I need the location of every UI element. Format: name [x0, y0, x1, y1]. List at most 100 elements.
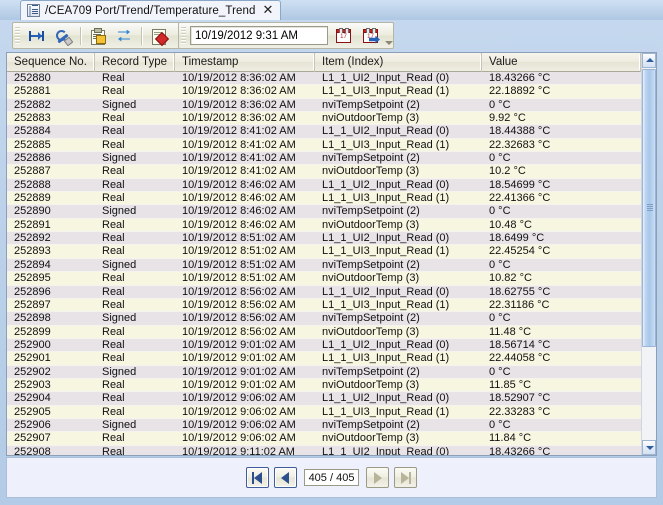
column-header-item[interactable]: Item (Index)	[315, 53, 482, 72]
configure-button[interactable]	[51, 24, 76, 48]
table-row[interactable]: 252888 Real 10/19/2012 8:46:02 AM L1_1_UI2_…	[7, 178, 641, 193]
cell-item: nviOutdoorTemp (3)	[322, 325, 420, 338]
table-row[interactable]: 252908 Real 10/19/2012 9:11:02 AM L1_1_UI2_…	[7, 445, 641, 455]
table-row[interactable]: 252889 Real 10/19/2012 8:46:02 AM L1_1_UI3_…	[7, 192, 641, 206]
cell-timestamp: 10/19/2012 9:01:02 AM	[182, 338, 296, 351]
table-row[interactable]: 252901 Real 10/19/2012 9:01:02 AM L1_1_UI3_…	[7, 352, 641, 366]
table-row[interactable]: 252893 Real 10/19/2012 8:51:02 AM L1_1_UI3_…	[7, 245, 641, 259]
table-row[interactable]: 252907 Real 10/19/2012 9:06:02 AM nviOutdoo…	[7, 432, 641, 446]
cell-value: 22.45254 °C	[489, 245, 551, 258]
column-header-record-type[interactable]: Record Type	[95, 53, 175, 72]
column-header-value[interactable]: Value	[482, 53, 641, 72]
date-input[interactable]: 10/19/2012 9:31 AM	[190, 26, 328, 45]
next-page-button[interactable]	[366, 467, 390, 488]
cell-record_type: Real	[102, 338, 125, 351]
first-page-button[interactable]	[245, 467, 269, 488]
cell-timestamp: 10/19/2012 8:36:02 AM	[182, 85, 296, 98]
tab-strip: /CEA709 Port/Trend/Temperature_Trend ✕	[0, 0, 663, 20]
cell-sequence: 252890	[14, 205, 51, 218]
table-row[interactable]: 252891 Real 10/19/2012 8:46:02 AM nviOutdoo…	[7, 218, 641, 233]
previous-page-button[interactable]	[273, 467, 297, 488]
table-row[interactable]: 252882 Signed 10/19/2012 8:36:02 AM nviTemp…	[7, 98, 641, 113]
grid-vertical-scrollbar[interactable]	[641, 53, 656, 455]
table-row[interactable]: 252900 Real 10/19/2012 9:01:02 AM L1_1_UI2_…	[7, 338, 641, 353]
table-row[interactable]: 252904 Real 10/19/2012 9:06:02 AM L1_1_UI2_…	[7, 392, 641, 406]
cell-value: 22.41366 °C	[489, 192, 551, 205]
cell-item: L1_1_UI3_Input_Read (1)	[322, 85, 450, 98]
table-row[interactable]: 252894 Signed 10/19/2012 8:51:02 AM nviTemp…	[7, 258, 641, 273]
scroll-down-icon[interactable]	[642, 440, 656, 455]
cell-sequence: 252896	[14, 285, 51, 298]
cell-timestamp: 10/19/2012 8:56:02 AM	[182, 298, 296, 311]
cell-timestamp: 10/19/2012 8:36:02 AM	[182, 112, 296, 125]
table-row[interactable]: 252905 Real 10/19/2012 9:06:02 AM L1_1_UI3_…	[7, 405, 641, 419]
cell-value: 9.92 °C	[489, 112, 526, 125]
cell-timestamp: 10/19/2012 8:51:02 AM	[182, 245, 296, 258]
cell-sequence: 252886	[14, 152, 51, 165]
table-row[interactable]: 252898 Signed 10/19/2012 8:56:02 AM nviTemp…	[7, 312, 641, 326]
grid-header-row: Sequence No. Record Type Timestamp Item …	[7, 53, 656, 72]
cell-timestamp: 10/19/2012 8:36:02 AM	[182, 72, 296, 84]
table-row[interactable]: 252884 Real 10/19/2012 8:41:02 AM L1_1_UI2_…	[7, 125, 641, 139]
cell-record_type: Signed	[102, 312, 137, 325]
cell-sequence: 252908	[14, 445, 51, 455]
cell-record_type: Real	[102, 298, 125, 311]
page-indicator[interactable]: 405 / 405	[303, 469, 360, 486]
column-header-timestamp[interactable]: Timestamp	[175, 53, 315, 72]
table-row[interactable]: 252902 Signed 10/19/2012 9:01:02 AM nviTemp…	[7, 365, 641, 379]
table-row[interactable]: 252895 Real 10/19/2012 8:51:02 AM nviOutdoo…	[7, 272, 641, 286]
cell-value: 11.48 °C	[489, 325, 532, 338]
table-row[interactable]: 252906 Signed 10/19/2012 9:06:02 AM nviTemp…	[7, 418, 641, 433]
cell-item: L1_1_UI3_Input_Read (1)	[322, 245, 450, 258]
clear-log-button[interactable]	[146, 24, 171, 48]
cell-timestamp: 10/19/2012 9:06:02 AM	[182, 418, 296, 431]
cell-value: 0 °C	[489, 152, 511, 165]
table-row[interactable]: 252881 Real 10/19/2012 8:36:02 AM L1_1_UI3_…	[7, 85, 641, 99]
calendar-picker-button[interactable]: 17	[331, 24, 356, 48]
close-icon[interactable]: ✕	[261, 4, 274, 17]
cell-item: L1_1_UI2_Input_Read (0)	[322, 445, 450, 455]
scrollbar-thumb[interactable]	[642, 69, 656, 347]
table-row[interactable]: 252903 Real 10/19/2012 9:01:02 AM nviOutdoo…	[7, 378, 641, 393]
cell-value: 0 °C	[489, 365, 511, 378]
goto-date-button[interactable]: 17	[358, 24, 383, 48]
cell-value: 22.18892 °C	[489, 85, 551, 98]
scroll-up-icon[interactable]	[642, 53, 656, 68]
cell-timestamp: 10/19/2012 9:01:02 AM	[182, 365, 296, 378]
properties-button[interactable]	[85, 24, 110, 48]
cell-value: 18.56714 °C	[489, 338, 551, 351]
grid-body[interactable]: 252880 Real 10/19/2012 8:36:02 AM L1_1_UI2_…	[7, 72, 641, 455]
fit-columns-button[interactable]	[24, 24, 49, 48]
cell-sequence: 252902	[14, 365, 51, 378]
table-row[interactable]: 252880 Real 10/19/2012 8:36:02 AM L1_1_UI2_…	[7, 72, 641, 86]
last-page-button[interactable]	[394, 467, 418, 488]
table-row[interactable]: 252892 Real 10/19/2012 8:51:02 AM L1_1_UI2_…	[7, 232, 641, 246]
cell-sequence: 252907	[14, 432, 51, 445]
table-row[interactable]: 252896 Real 10/19/2012 8:56:02 AM L1_1_UI2_…	[7, 285, 641, 299]
cell-timestamp: 10/19/2012 9:06:02 AM	[182, 405, 296, 418]
table-row[interactable]: 252883 Real 10/19/2012 8:36:02 AM nviOutdoo…	[7, 112, 641, 126]
cell-record_type: Signed	[102, 205, 137, 218]
table-row[interactable]: 252885 Real 10/19/2012 8:41:02 AM L1_1_UI3_…	[7, 138, 641, 153]
cell-value: 22.44058 °C	[489, 352, 551, 365]
table-row[interactable]: 252890 Signed 10/19/2012 8:46:02 AM nviTemp…	[7, 205, 641, 219]
table-row[interactable]: 252886 Signed 10/19/2012 8:41:02 AM nviTemp…	[7, 152, 641, 166]
cell-item: L1_1_UI2_Input_Read (0)	[322, 285, 450, 298]
table-row[interactable]: 252897 Real 10/19/2012 8:56:02 AM L1_1_UI3_…	[7, 298, 641, 313]
toolbar-overflow-chevron-icon-2[interactable]	[384, 22, 393, 49]
cell-timestamp: 10/19/2012 8:46:02 AM	[182, 192, 296, 205]
column-header-sequence[interactable]: Sequence No.	[7, 53, 95, 72]
toolbar-grip-2[interactable]	[181, 27, 186, 44]
cell-record_type: Real	[102, 432, 125, 445]
cell-item: nviTempSetpoint (2)	[322, 312, 420, 325]
table-row[interactable]: 252899 Real 10/19/2012 8:56:02 AM nviOutdoo…	[7, 325, 641, 339]
toolbar-grip[interactable]	[15, 27, 20, 44]
cell-record_type: Real	[102, 325, 125, 338]
cell-sequence: 252901	[14, 352, 51, 365]
cell-value: 10.48 °C	[489, 218, 532, 231]
cell-item: nviTempSetpoint (2)	[322, 418, 420, 431]
cell-value: 0 °C	[489, 312, 511, 325]
refresh-button[interactable]	[112, 24, 137, 48]
table-row[interactable]: 252887 Real 10/19/2012 8:41:02 AM nviOutdoo…	[7, 165, 641, 179]
tab-temperature-trend[interactable]: /CEA709 Port/Trend/Temperature_Trend ✕	[20, 0, 282, 20]
